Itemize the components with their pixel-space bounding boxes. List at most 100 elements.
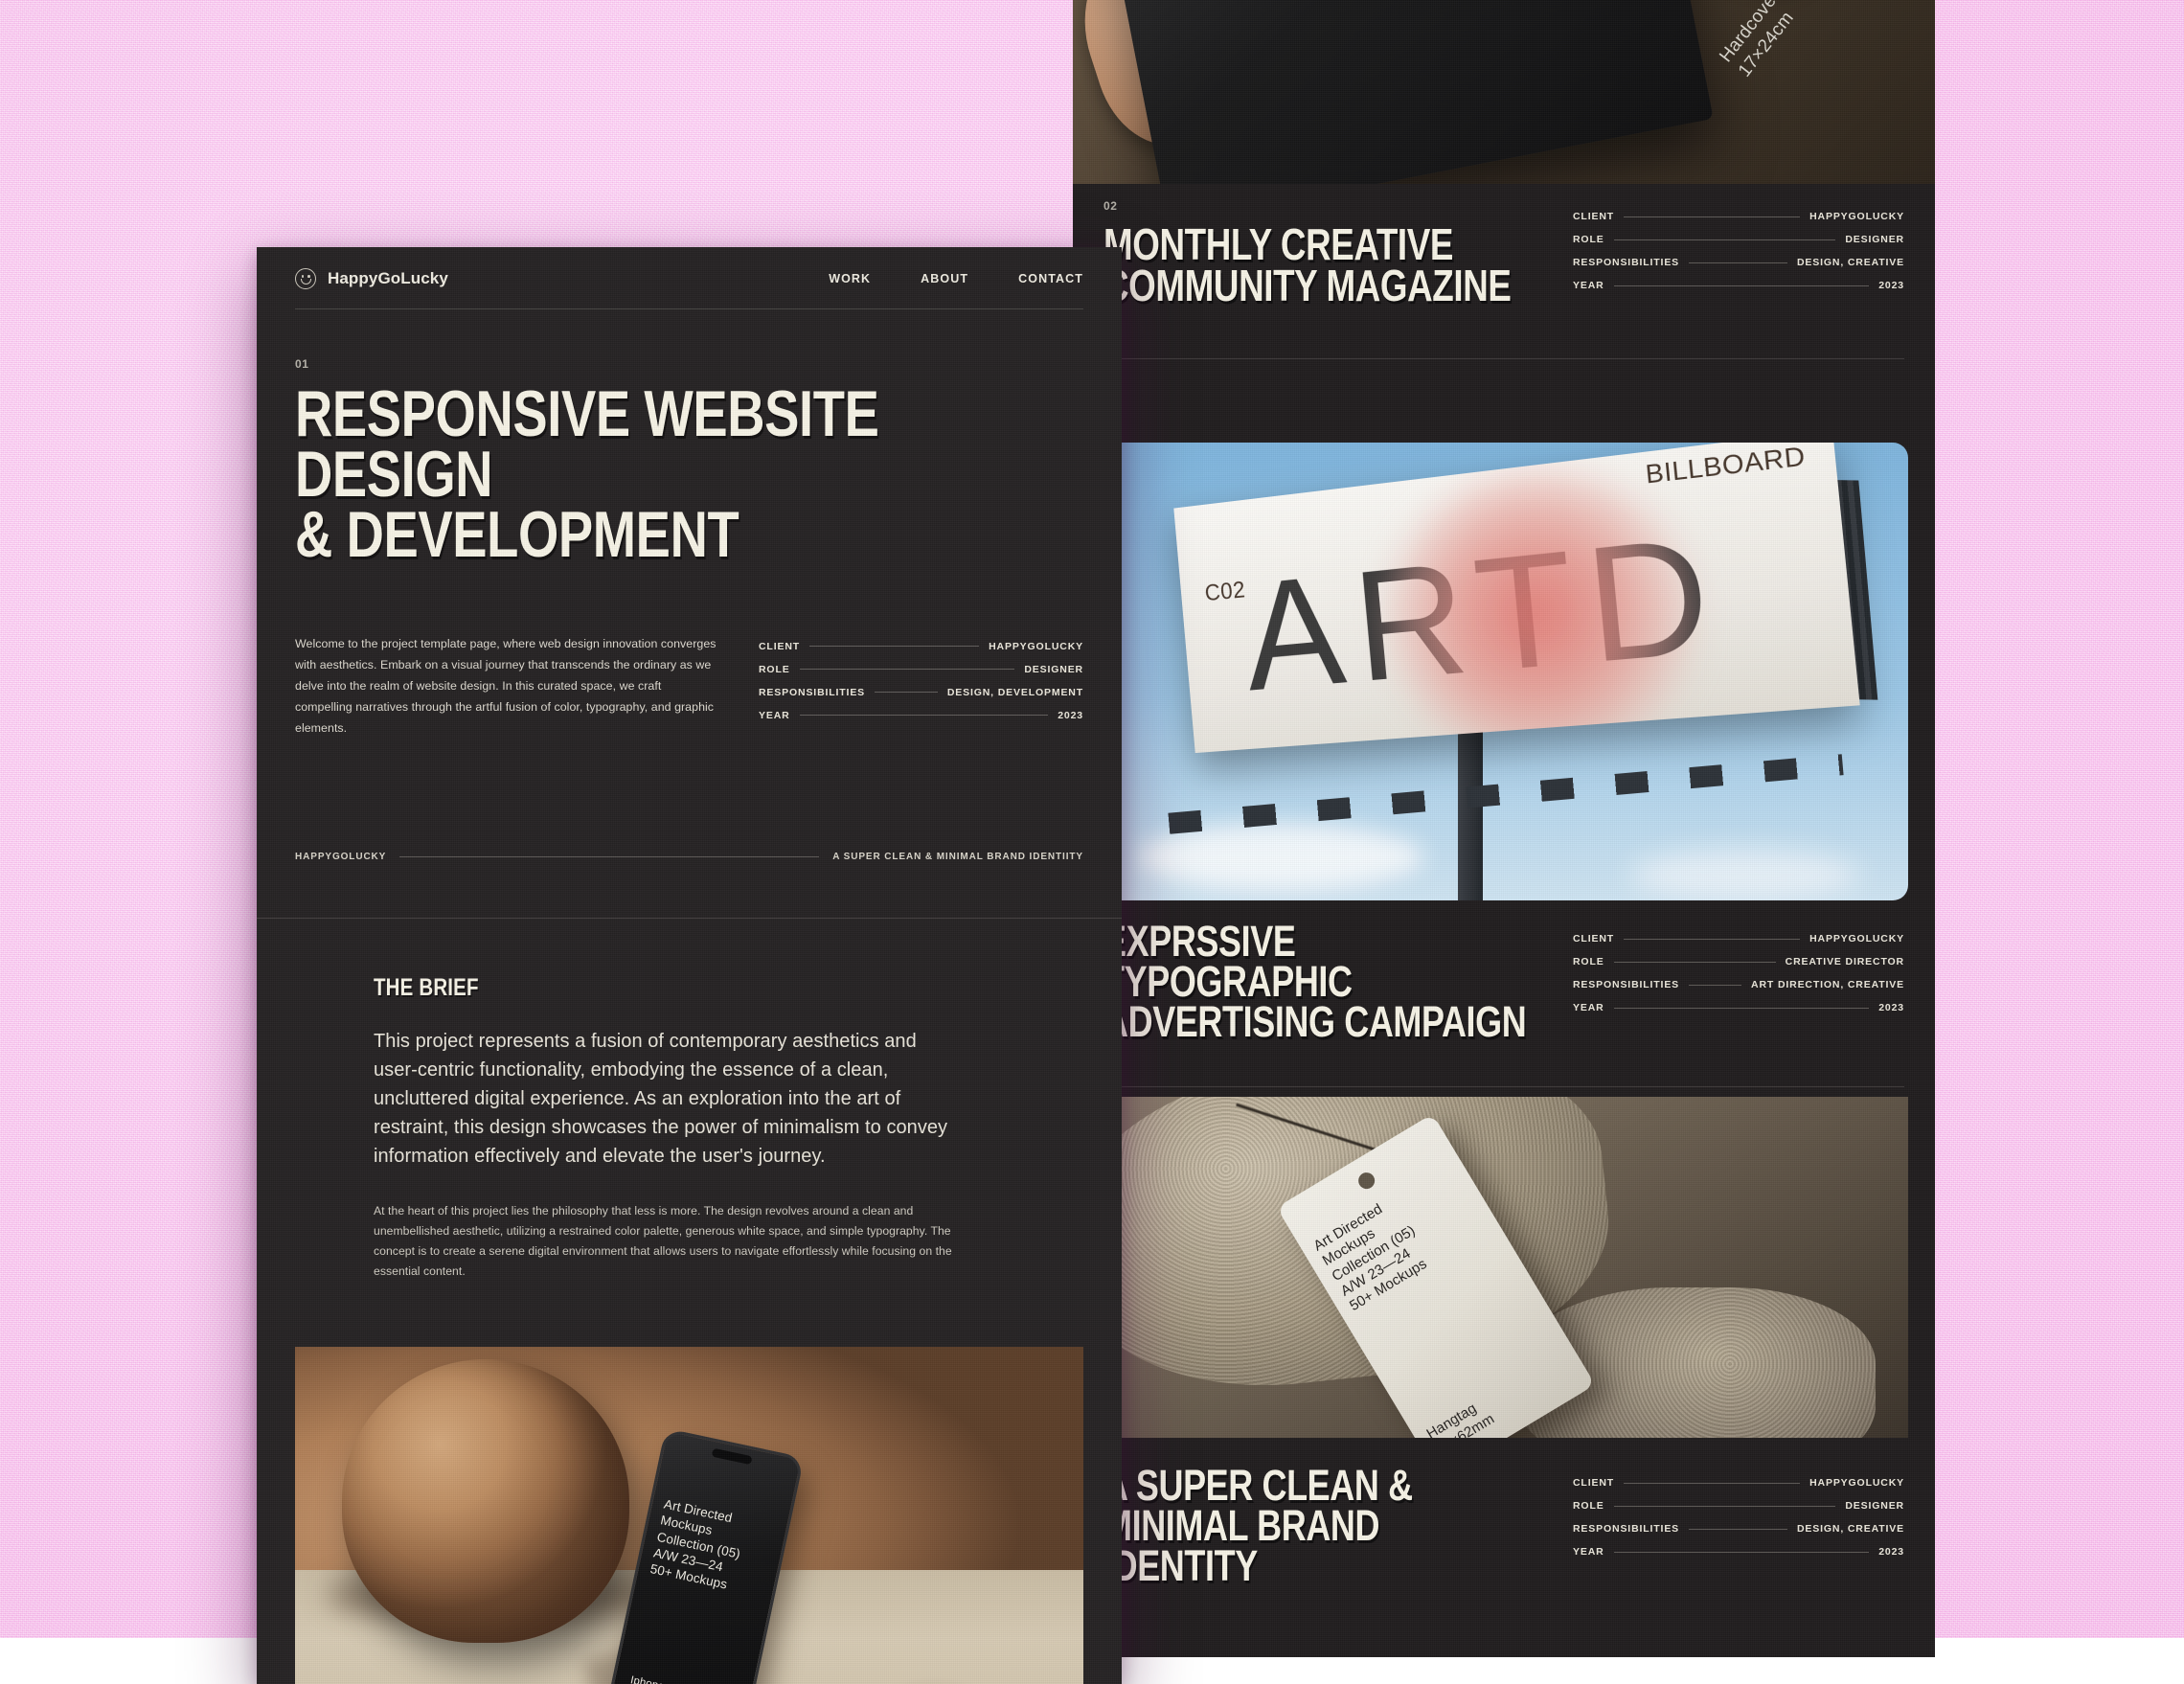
brief-lead-paragraph: This project represents a fusion of cont… [374, 1027, 948, 1171]
hero-meta-table: CLIENTHAPPYGOLUCKYROLEDESIGNERRESPONSIBI… [759, 633, 1083, 739]
phone-notch [712, 1448, 753, 1466]
meta-key: CLIENT [759, 641, 800, 652]
meta-leader-line [800, 715, 1049, 716]
hero-footer-left: HAPPYGOLUCKY [295, 852, 386, 862]
meta-leader-line [1624, 939, 1800, 940]
billboard-face: ARTD BILLBOARD C02 [1173, 443, 1859, 753]
hero-title: RESPONSIVE WEBSITE DESIGN & DEVELOPMENT [295, 384, 1083, 566]
cloud-left [1136, 824, 1423, 891]
front-page-card: HappyGoLucky WORK ABOUT CONTACT 01 RESPO… [257, 247, 1122, 1684]
meta-value: 2023 [1878, 1002, 1904, 1013]
billboard-label: BILLBOARD [1644, 443, 1807, 490]
clay-pot [342, 1359, 629, 1643]
meta-row: ROLEDESIGNER [1573, 1494, 1904, 1517]
hangtag-hole [1355, 1170, 1377, 1192]
hero-body: Welcome to the project template page, wh… [257, 633, 1122, 739]
meta-row: RESPONSIBILITIESDESIGN, CREATIVE [1573, 251, 1904, 274]
meta-row: CLIENT HAPPYGOLUCKY [759, 635, 1083, 658]
section-02-index: 02 [1103, 199, 1554, 213]
nav-link-work[interactable]: WORK [829, 272, 871, 285]
meta-leader-line [1624, 1483, 1800, 1484]
meta-key: CLIENT [1573, 933, 1614, 944]
meta-key: YEAR [1573, 1002, 1604, 1013]
hero-index: 01 [295, 357, 1083, 371]
meta-leader-line [1614, 962, 1776, 963]
phone-screen-text: Art Directed Mockups Collection (05) A/W… [648, 1495, 789, 1603]
meta-value: CREATIVE DIRECTOR [1786, 956, 1904, 967]
section-02: 02 MONTHLY CREATIVE COMMUNITY MAGAZINE C… [1073, 199, 1935, 359]
meta-value: DESIGNER [1845, 234, 1904, 245]
hangtag-spec: Hangtag 90×62mm [1424, 1395, 1498, 1438]
meta-value: HAPPYGOLUCKY [1809, 1477, 1904, 1489]
meta-leader-line [1614, 1008, 1870, 1009]
nav-link-about[interactable]: ABOUT [921, 272, 968, 285]
section-03: EXPRSSIVE TYPOGRAPHIC ADVERTISING CAMPAI… [1073, 922, 1935, 1087]
meta-row: YEAR2023 [759, 704, 1083, 727]
hangtag-text: Art Directed Mockups Collection (05) A/W… [1310, 1157, 1493, 1315]
billboard-pink-blob [1375, 453, 1708, 753]
section-04-title: A SUPER CLEAN & MINIMAL BRAND IDENTITY [1103, 1466, 1554, 1586]
brief-heading: THE BRIEF [374, 974, 956, 1002]
billboard-mockup-image: ARTD BILLBOARD C02 [1103, 443, 1908, 900]
meta-value: DESIGN, CREATIVE [1797, 1523, 1904, 1535]
meta-leader-line [1614, 285, 1870, 286]
meta-leader-line [1624, 216, 1800, 217]
meta-row: CLIENT HAPPYGOLUCKY [1573, 1471, 1904, 1494]
meta-key: RESPONSIBILITIES [1573, 979, 1679, 990]
meta-value: 2023 [1058, 710, 1083, 721]
billboard-floodlights [1169, 754, 1844, 833]
hero-footer-right: A SUPER CLEAN & MINIMAL BRAND IDENTIITY [832, 852, 1083, 862]
meta-key: RESPONSIBILITIES [1573, 257, 1679, 268]
meta-key: CLIENT [1573, 1477, 1614, 1489]
phone-spec-text: Iphone 14 Pro 2556×1179 px [626, 1673, 701, 1684]
meta-row: ROLEDESIGNER [759, 658, 1083, 681]
meta-key: RESPONSIBILITIES [1573, 1523, 1679, 1535]
meta-leader-line [1689, 985, 1741, 986]
nav-link-contact[interactable]: CONTACT [1018, 272, 1083, 285]
meta-leader-line [1614, 239, 1836, 240]
meta-leader-line [800, 669, 1015, 670]
meta-value: DESIGNER [1024, 664, 1083, 675]
meta-value: DESIGNER [1845, 1500, 1904, 1512]
hero-footer: HAPPYGOLUCKY A SUPER CLEAN & MINIMAL BRA… [295, 852, 1083, 862]
meta-row: RESPONSIBILITIES DESIGN, CREATIVE [1573, 1517, 1904, 1540]
section-03-divider [1103, 1086, 1904, 1087]
meta-leader-line [809, 646, 979, 647]
phone-mockup-image: Art Directed Mockups Collection (05) A/W… [295, 1347, 1083, 1684]
book-caption: Hardcover Book 17×24cm [1715, 0, 1834, 82]
meta-key: RESPONSIBILITIES [759, 687, 865, 698]
meta-row: CLIENT HAPPYGOLUCKY [1573, 927, 1904, 950]
hero-paragraph: Welcome to the project template page, wh… [295, 633, 717, 739]
section-03-title: EXPRSSIVE TYPOGRAPHIC ADVERTISING CAMPAI… [1103, 922, 1554, 1042]
meta-row: YEAR 2023 [1573, 1540, 1904, 1563]
meta-value: HAPPYGOLUCKY [989, 641, 1083, 652]
back-page-panel: Hardcover Book 17×24cm 02 MONTHLY CREATI… [1073, 0, 1935, 1657]
billboard-code: C02 [1204, 577, 1247, 607]
navbar: HappyGoLucky WORK ABOUT CONTACT [257, 247, 1122, 289]
meta-key: ROLE [1573, 234, 1604, 245]
section-03-title-col: EXPRSSIVE TYPOGRAPHIC ADVERTISING CAMPAI… [1103, 922, 1554, 1042]
meta-leader-line [1614, 1506, 1836, 1507]
meta-row: YEAR 2023 [1573, 996, 1904, 1019]
meta-value: 2023 [1878, 280, 1904, 291]
meta-leader-line [1614, 1552, 1870, 1553]
meta-leader-line [1689, 262, 1787, 263]
brand-logo[interactable]: HappyGoLucky [295, 268, 448, 289]
hardcover-book [1091, 0, 1713, 184]
meta-value: DESIGN, DEVELOPMENT [947, 687, 1083, 698]
section-02-title: MONTHLY CREATIVE COMMUNITY MAGAZINE [1103, 224, 1554, 307]
meta-value: 2023 [1878, 1546, 1904, 1558]
section-04-title-col: A SUPER CLEAN & MINIMAL BRAND IDENTITY [1103, 1466, 1554, 1586]
meta-key: YEAR [1573, 280, 1604, 291]
section-04: A SUPER CLEAN & MINIMAL BRAND IDENTITY C… [1073, 1466, 1935, 1586]
hero-heading-block: 01 RESPONSIVE WEBSITE DESIGN & DEVELOPME… [257, 309, 1122, 566]
meta-key: YEAR [1573, 1546, 1604, 1558]
meta-value: HAPPYGOLUCKY [1809, 933, 1904, 944]
section-02-divider [1103, 358, 1904, 359]
hangtag-mockup-image: Art Directed Mockups Collection (05) A/W… [1103, 1097, 1908, 1438]
meta-row: RESPONSIBILITIES DESIGN, DEVELOPMENT [759, 681, 1083, 704]
cloud-right [1630, 849, 1860, 900]
hero-footer-rule [399, 856, 819, 857]
nav-links: WORK ABOUT CONTACT [829, 272, 1083, 285]
book-mockup-image: Hardcover Book 17×24cm [1073, 0, 1935, 184]
